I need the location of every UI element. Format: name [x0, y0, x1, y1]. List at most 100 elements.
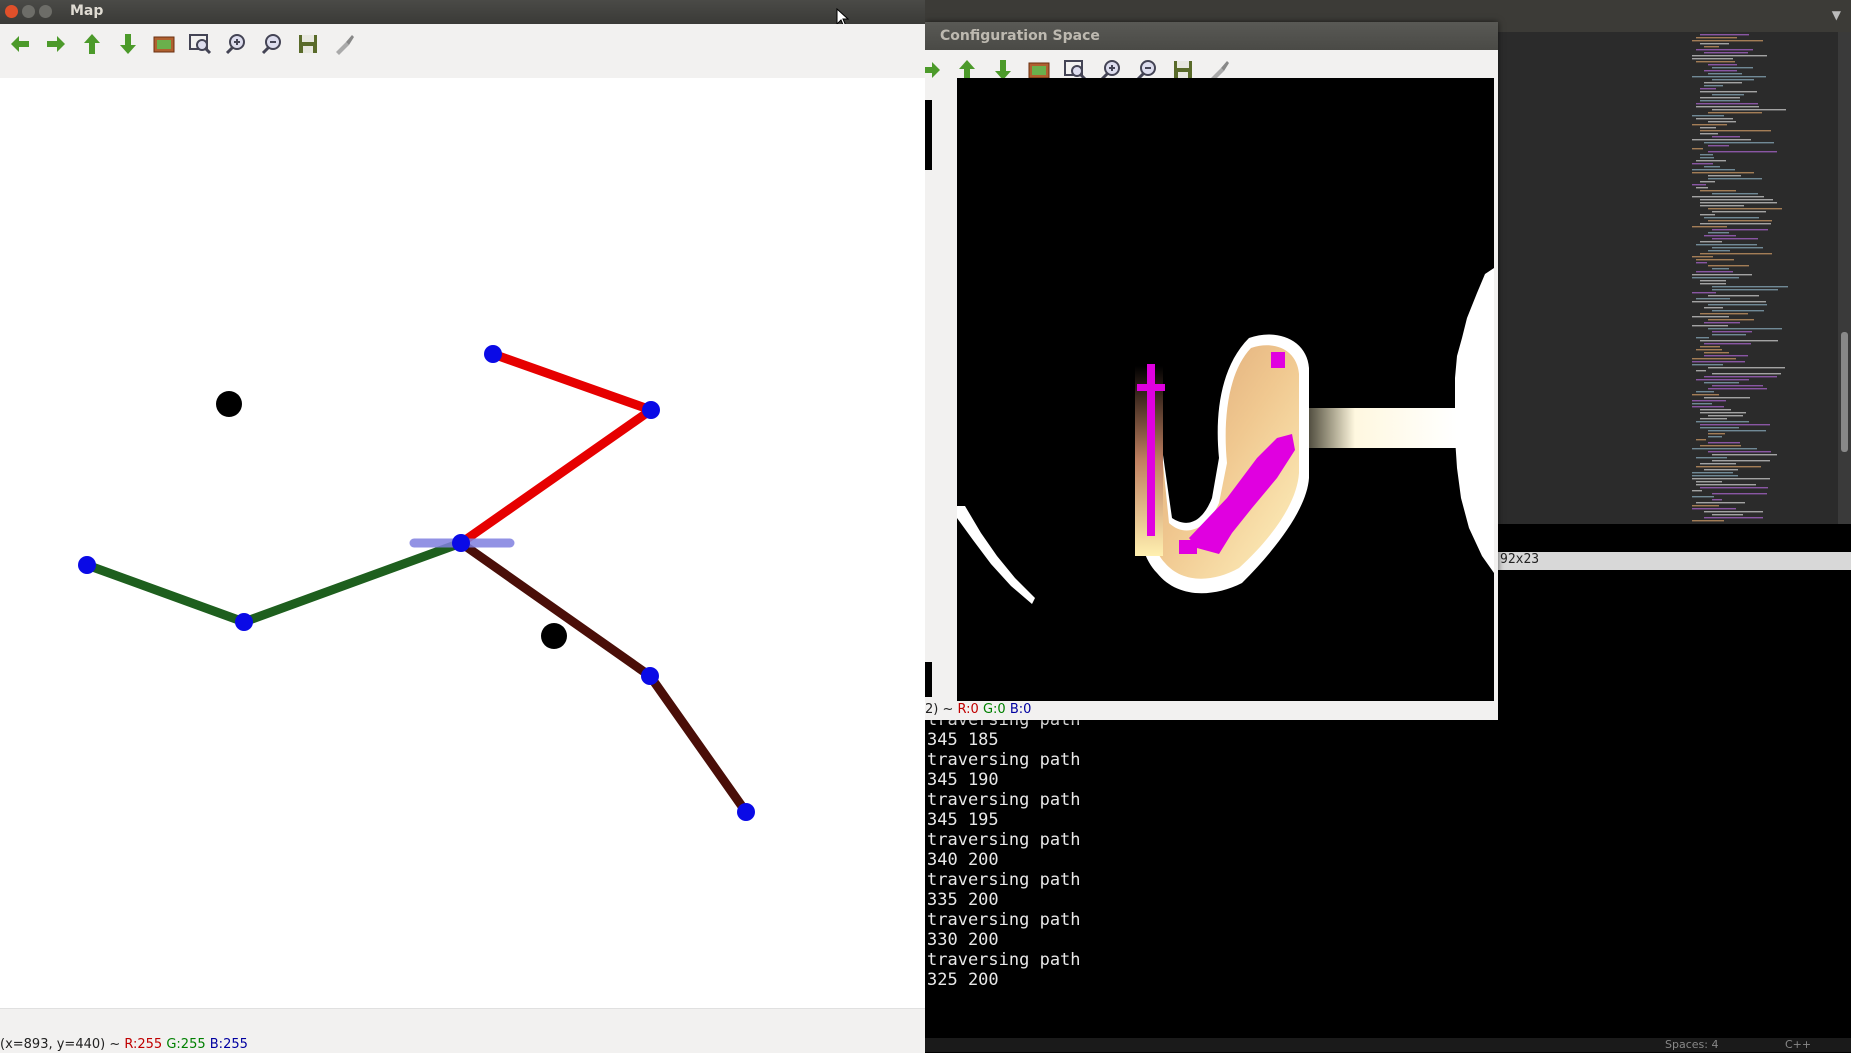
minimap-line: [1692, 508, 1736, 510]
minimap-line: [1692, 184, 1706, 186]
minimap-line: [1700, 154, 1713, 156]
minimap-line: [1696, 262, 1707, 264]
zoom-in-icon[interactable]: [222, 30, 250, 58]
save-icon[interactable]: [294, 30, 322, 58]
minimap-line: [1704, 376, 1777, 378]
red-arm-link-2: [488, 349, 656, 415]
minimap-line: [1708, 73, 1742, 75]
minimap-line: [1712, 211, 1766, 213]
maximize-window-button[interactable]: [39, 5, 52, 18]
minimap-line: [1692, 40, 1763, 42]
minimap-line: [1692, 274, 1752, 276]
minimap-line: [1696, 61, 1735, 63]
minimap-line: [1708, 433, 1725, 435]
arrow-left-icon[interactable]: [6, 30, 34, 58]
minimap-line: [1700, 130, 1771, 132]
minimap-line: [1704, 343, 1751, 345]
minimap-line: [1696, 439, 1706, 441]
minimap-line: [1708, 415, 1743, 417]
minimap-line: [1712, 286, 1788, 288]
minimap-line: [1708, 442, 1740, 444]
canvas-edge: [925, 100, 932, 170]
status-red: R:255: [124, 1037, 163, 1052]
minimap-line: [1708, 232, 1729, 234]
minimap-line: [1696, 118, 1733, 120]
path-start: [1179, 540, 1197, 554]
zoom-fit-icon[interactable]: [186, 30, 214, 58]
editor-scrollbar-thumb[interactable]: [1841, 332, 1848, 452]
arrow-down-icon[interactable]: [114, 30, 142, 58]
minimap-line: [1712, 310, 1764, 312]
minimap-line: [1712, 238, 1758, 240]
minimap-line: [1700, 427, 1739, 429]
minimap-line: [1700, 313, 1748, 315]
image-icon[interactable]: [150, 30, 178, 58]
minimap-line: [1700, 340, 1778, 342]
indent-setting[interactable]: Spaces: 4: [1665, 1038, 1718, 1051]
minimap-line: [1700, 241, 1722, 243]
minimap-line: [1712, 79, 1754, 81]
terminal-line: 325 200: [927, 970, 999, 990]
configuration-space-map: [957, 268, 1494, 604]
map-window: Map (x=893, y=440) ~ R:255 G:255 B:255: [0, 0, 925, 1053]
minimap-line: [1704, 85, 1723, 87]
minimap-line: [1692, 475, 1738, 477]
minimap-line: [1712, 385, 1763, 387]
minimap-line: [1708, 220, 1772, 222]
minimap-line: [1708, 295, 1759, 297]
minimap-line: [1704, 469, 1738, 471]
minimap-line: [1704, 352, 1729, 354]
minimap-line: [1700, 445, 1741, 447]
terminal-line: 345 185: [927, 730, 999, 750]
minimap-line: [1696, 457, 1727, 459]
joint-red-elbow: [642, 401, 660, 419]
terminal-line: 340 200: [927, 850, 999, 870]
terminal-line: traversing path: [927, 750, 1081, 770]
minimap-line: [1700, 97, 1740, 99]
minimap-line: [1692, 448, 1757, 450]
minimap-line: [1712, 193, 1758, 195]
minimap-line: [1700, 202, 1777, 204]
config-space-canvas[interactable]: [957, 78, 1494, 701]
minimap-line: [1700, 280, 1726, 282]
properties-icon[interactable]: [330, 30, 358, 58]
minimap-line: [1692, 292, 1716, 294]
obstacle-region-right: [1455, 268, 1494, 573]
zoom-out-icon[interactable]: [258, 30, 286, 58]
status-green: G:0: [982, 702, 1006, 717]
minimap-line: [1692, 256, 1713, 258]
editor-scrollbar[interactable]: [1838, 32, 1851, 524]
minimap-line: [1712, 454, 1777, 456]
minimap-line: [1712, 331, 1752, 333]
minimap-line: [1712, 136, 1740, 138]
minimap-line: [1696, 337, 1709, 339]
minimap-line: [1708, 304, 1767, 306]
joint-green-tip: [78, 556, 96, 574]
close-window-button[interactable]: [5, 5, 18, 18]
arrow-right-icon[interactable]: [42, 30, 70, 58]
joint-green-elbow: [235, 613, 253, 631]
editor-statusbar: Spaces: 4 C++: [925, 1038, 1851, 1052]
obstacle-region-left: [957, 506, 1035, 604]
editor-minimap[interactable]: [1688, 32, 1838, 524]
minimap-line: [1692, 226, 1727, 228]
status-coordinates: (x=893, y=440) ~: [0, 1037, 125, 1052]
map-canvas[interactable]: [0, 78, 925, 1008]
chevron-down-icon[interactable]: ▼: [1832, 8, 1841, 22]
minimap-line: [1696, 298, 1730, 300]
minimap-line: [1692, 196, 1764, 198]
minimize-window-button[interactable]: [22, 5, 35, 18]
minimap-line: [1708, 64, 1737, 66]
minimap-line: [1704, 46, 1719, 48]
minimap-line: [1700, 463, 1736, 465]
minimap-line: [1692, 55, 1767, 57]
minimap-line: [1700, 43, 1729, 45]
terminal-line: 345 195: [927, 810, 999, 830]
obstacle-1: [216, 391, 242, 417]
red-arm-link-1: [456, 405, 656, 548]
language-setting[interactable]: C++: [1785, 1038, 1811, 1051]
status-blue: B:255: [209, 1037, 248, 1052]
window-title: Map: [70, 3, 104, 19]
minimap-line: [1704, 235, 1736, 237]
arrow-up-icon[interactable]: [78, 30, 106, 58]
